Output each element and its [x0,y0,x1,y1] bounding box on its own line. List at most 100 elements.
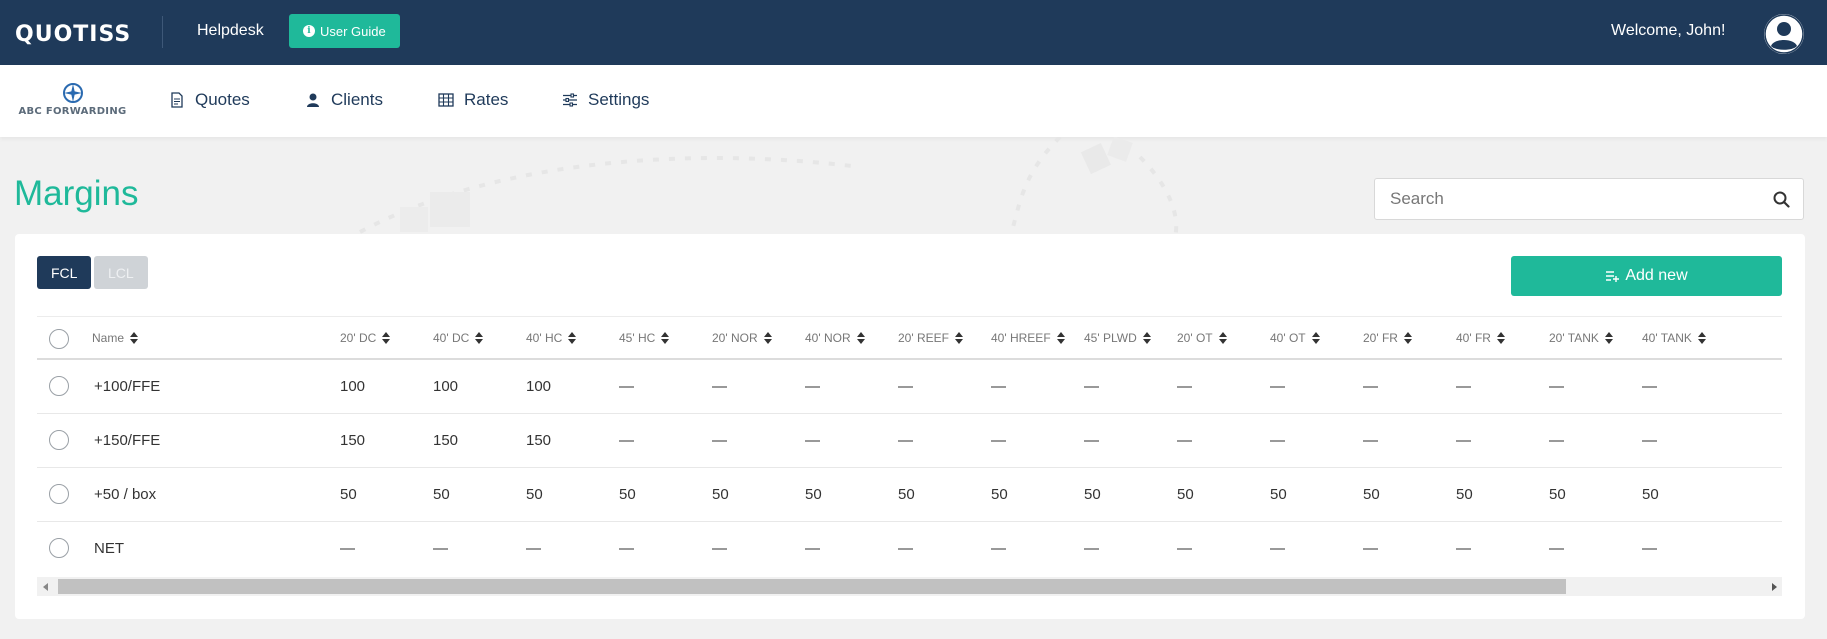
column-header-label: 40' DC [433,331,470,345]
column-header-label: 45' PLWD [1084,331,1137,345]
table-cell: — [1084,378,1099,395]
table-cell: — [1549,540,1564,557]
user-guide-button[interactable]: i User Guide [289,14,400,48]
row-select-checkbox[interactable] [49,376,69,396]
table-cell: 150 [433,432,459,449]
add-new-button[interactable]: Add new [1511,256,1782,296]
row-select-checkbox[interactable] [49,430,69,450]
horizontal-scrollbar[interactable] [37,577,1782,596]
table-cell: — [1549,432,1564,449]
column-header[interactable]: 45' HC [619,331,670,345]
table-cell: 50 [433,486,450,503]
table-cell: 100 [526,378,552,395]
scroll-thumb[interactable] [58,579,1566,594]
table-cell: — [712,540,727,557]
table-cell: — [1270,378,1285,395]
table-cell: 100 [340,378,366,395]
sliders-icon [563,93,577,107]
table-cell: — [526,540,541,557]
sort-icon [475,332,484,344]
scroll-left-arrow[interactable] [37,577,54,596]
tab-lcl[interactable]: LCL [94,256,148,289]
column-header[interactable]: 20' NOR [712,331,772,345]
sort-icon [1697,332,1706,344]
sort-icon [954,332,963,344]
table-cell: — [898,540,913,557]
user-icon [307,93,319,107]
sort-icon [382,332,391,344]
nav-bar: ABC FORWARDING Quotes Clients Rates Sett… [0,65,1827,137]
column-header[interactable]: 20' TANK [1549,331,1613,345]
column-header[interactable]: 40' DC [433,331,484,345]
helpdesk-link[interactable]: Helpdesk [197,22,264,40]
table-cell: — [1363,540,1378,557]
table-row[interactable]: +150/FFE 150 150 150 — — — — — — — — — — — — [37,414,1782,468]
avatar[interactable] [1764,14,1804,54]
table-cell: — [991,378,1006,395]
column-header[interactable]: 20' DC [340,331,391,345]
sort-icon [1496,332,1505,344]
column-header-label: 20' FR [1363,331,1398,345]
document-icon [171,92,183,108]
table-cell: — [619,432,634,449]
margin-name-cell: NET [94,540,124,557]
row-select-checkbox[interactable] [49,484,69,504]
table-cell: 50 [1084,486,1101,503]
table-cell: 50 [805,486,822,503]
nav-item-label: Clients [331,90,383,109]
user-guide-label: User Guide [320,23,386,39]
table-cell: — [805,540,820,557]
sort-icon [763,332,772,344]
column-header[interactable]: 40' FR [1456,331,1505,345]
table-cell: — [340,540,355,557]
playlist-add-icon [1606,271,1620,282]
table-row[interactable]: NET — — — — — — — — — — — — — — — [37,522,1782,573]
table-row[interactable]: +50 / box 50 50 50 50 50 50 50 50 50 50 50 50 50 50 50 [37,468,1782,522]
nav-item-settings[interactable]: Settings [562,90,649,110]
column-header[interactable]: 20' OT [1177,331,1227,345]
scroll-right-arrow[interactable] [1765,577,1782,596]
table-cell: — [619,378,634,395]
margins-card: FCL LCL Add new Name 20' DC 40' DC 40' HC 45… [15,234,1805,619]
column-header[interactable]: Name [92,331,139,345]
table-cell: — [1456,378,1471,395]
column-header[interactable]: 20' FR [1363,331,1412,345]
nav-item-rates[interactable]: Rates [438,90,508,110]
column-header[interactable]: 40' NOR [805,331,865,345]
table-cell: — [1177,540,1192,557]
column-header[interactable]: 40' HC [526,331,577,345]
margins-table: Name 20' DC 40' DC 40' HC 45' HC 20' NOR 40' N… [37,316,1782,573]
caret-right-icon [1771,582,1777,591]
table-cell: — [1084,540,1099,557]
select-all-checkbox[interactable] [49,329,69,349]
column-header[interactable]: 40' HREEF [991,331,1065,345]
table-cell: — [1549,378,1564,395]
search-input[interactable] [1375,179,1803,219]
table-cell: — [1270,540,1285,557]
table-row[interactable]: +100/FFE 100 100 100 — — — — — — — — — — — — [37,360,1782,414]
column-header-label: 40' NOR [805,331,851,345]
table-cell: 50 [1177,486,1194,503]
table-cell: — [1456,540,1471,557]
table-cell: 150 [526,432,552,449]
divider [162,16,163,48]
tab-fcl[interactable]: FCL [37,256,92,289]
search-icon[interactable] [1773,191,1790,208]
table-cell: 50 [712,486,729,503]
column-header[interactable]: 40' OT [1270,331,1320,345]
column-header-label: 20' DC [340,331,377,345]
nav-item-clients[interactable]: Clients [305,90,383,110]
column-header[interactable]: 45' PLWD [1084,331,1151,345]
app-logo[interactable]: QUOTISS [15,22,131,47]
table-cell: — [1084,432,1099,449]
nav-item-quotes[interactable]: Quotes [169,90,250,110]
column-header-label: 40' OT [1270,331,1306,345]
column-header[interactable]: 20' REEF [898,331,963,345]
column-header[interactable]: 40' TANK [1642,331,1706,345]
company-brand[interactable]: ABC FORWARDING [15,82,130,117]
table-cell: 150 [340,432,366,449]
table-cell: 100 [433,378,459,395]
row-select-checkbox[interactable] [49,538,69,558]
table-cell: — [991,432,1006,449]
table-cell: — [1456,432,1471,449]
